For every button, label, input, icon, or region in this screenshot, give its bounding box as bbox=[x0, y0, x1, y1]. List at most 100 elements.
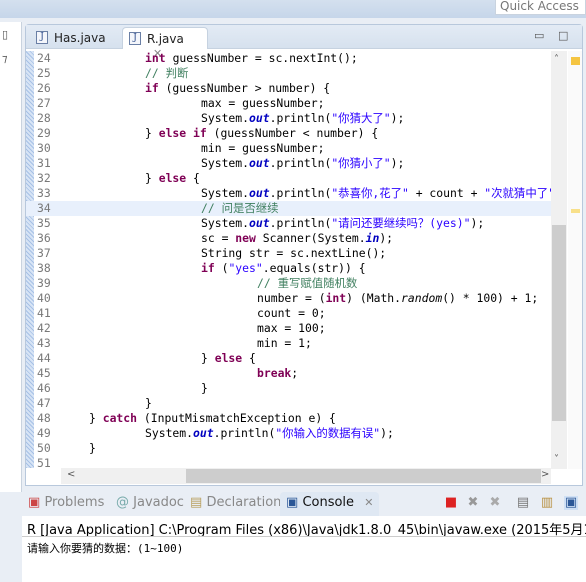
code-line[interactable]: 44} else { bbox=[26, 351, 551, 366]
code-area[interactable]: 24 int guessNumber = sc.nextInt(); 25// 判断 2… bbox=[26, 51, 551, 468]
line-number: 24 bbox=[37, 51, 51, 65]
scroll-lock-icon[interactable]: ▥ bbox=[540, 496, 554, 510]
horizontal-scrollbar[interactable]: < > bbox=[61, 468, 551, 484]
code-text: } bbox=[61, 396, 152, 411]
view-icon[interactable]: ▯ bbox=[2, 28, 8, 41]
remove-all-icon[interactable]: ✖ bbox=[488, 496, 502, 510]
line-number: 38 bbox=[37, 261, 51, 275]
code-line[interactable]: 43 min = 1; bbox=[26, 336, 551, 351]
code-line[interactable]: 42 max = 100; bbox=[26, 321, 551, 336]
code-text: } else { bbox=[61, 351, 256, 366]
code-line[interactable]: 45 break; bbox=[26, 366, 551, 381]
display-console-icon[interactable]: ▣ bbox=[564, 496, 578, 510]
code-line[interactable]: 24 int guessNumber = sc.nextInt(); bbox=[26, 51, 551, 66]
occurrence-marker[interactable] bbox=[571, 209, 580, 213]
code-line[interactable]: 36 sc = new Scanner(System.in); bbox=[26, 231, 551, 246]
code-token: } bbox=[201, 351, 215, 365]
code-line[interactable]: 33 System.out.println("恭喜你,花了" + count + … bbox=[26, 186, 551, 201]
code-line[interactable]: 41 count = 0; bbox=[26, 306, 551, 321]
code-text: max = guessNumber; bbox=[61, 96, 324, 111]
tab-javadoc[interactable]: @ Javadoc bbox=[116, 495, 184, 510]
code-token: number = ( bbox=[257, 291, 326, 305]
code-line[interactable]: 48 } catch (InputMismatchException e) { bbox=[26, 411, 551, 426]
code-line[interactable]: 25 // 判断 bbox=[26, 66, 551, 81]
line-number: 50 bbox=[37, 441, 51, 455]
code-line[interactable]: 38 if ("yes".equals(str)) { bbox=[26, 261, 551, 276]
console-panel: ▣ Problems @ Javadoc ▤ Declaration ▣ Con… bbox=[22, 490, 586, 582]
scroll-thumb[interactable] bbox=[552, 225, 566, 421]
line-number: 43 bbox=[37, 336, 51, 350]
code-token: "请问还要继续吗？(yes)" bbox=[331, 216, 471, 230]
tab-r-java[interactable]: J R.java ✕ bbox=[122, 27, 208, 60]
code-text: } bbox=[61, 441, 96, 456]
code-line[interactable]: 49 System.out.println("你输入的数据有误"); bbox=[26, 426, 551, 441]
tab-declaration[interactable]: ▤ Declaration bbox=[190, 495, 281, 510]
vertical-scrollbar[interactable]: ˄ ˅ bbox=[551, 51, 567, 469]
code-line[interactable]: 46} bbox=[26, 381, 551, 396]
console-output[interactable]: 请输入你要猜的数据：(1~100) bbox=[27, 540, 183, 556]
code-line[interactable]: 27 max = guessNumber; bbox=[26, 96, 551, 111]
line-number: 46 bbox=[37, 381, 51, 395]
minimize-icon[interactable]: ▭ bbox=[534, 29, 544, 42]
code-token: out bbox=[193, 426, 214, 440]
terminate-icon[interactable]: ■ bbox=[444, 496, 458, 510]
java-file-warning-icon: J bbox=[129, 32, 141, 45]
scroll-down-icon[interactable]: ˅ bbox=[554, 454, 559, 465]
code-token: "你猜大了" bbox=[331, 111, 391, 125]
code-line[interactable]: 34 // 问是否继续 bbox=[26, 201, 551, 216]
console-icon: ▣ bbox=[286, 495, 299, 510]
code-line[interactable]: 47} bbox=[26, 396, 551, 411]
code-token: if bbox=[145, 81, 159, 95]
code-line[interactable]: 40 number = (int) (Math.random() * 100) +… bbox=[26, 291, 551, 306]
code-line[interactable]: 26 if (guessNumber > number) { bbox=[26, 81, 551, 96]
code-line[interactable]: 35 System.out.println("请问还要继续吗？(yes)"); bbox=[26, 216, 551, 231]
code-line[interactable]: 39 // 重写赋值随机数 bbox=[26, 276, 551, 291]
code-text: // 重写赋值随机数 bbox=[61, 276, 357, 291]
code-line[interactable]: 30 min = guessNumber; bbox=[26, 141, 551, 156]
code-text: if ("yes".equals(str)) { bbox=[61, 261, 366, 276]
code-text: // 问是否继续 bbox=[61, 201, 279, 216]
line-number: 37 bbox=[37, 246, 51, 260]
code-token: sc = bbox=[201, 231, 236, 245]
code-line[interactable]: 29} else if (guessNumber < number) { bbox=[26, 126, 551, 141]
code-token: } bbox=[89, 441, 96, 455]
code-token: "你输入的数据有误" bbox=[275, 426, 381, 440]
overview-ruler bbox=[568, 51, 582, 469]
view-icon[interactable]: ⁊ bbox=[2, 52, 7, 65]
code-line[interactable]: 51 bbox=[26, 456, 551, 468]
maximize-icon[interactable]: □ bbox=[558, 29, 568, 42]
code-token: min = guessNumber; bbox=[201, 141, 325, 155]
tab-has-java[interactable]: J Has.java bbox=[30, 27, 112, 49]
code-line[interactable]: 50} bbox=[26, 441, 551, 456]
line-number: 48 bbox=[37, 411, 51, 425]
code-token: System. bbox=[201, 156, 250, 170]
code-line[interactable]: 32} else { bbox=[26, 171, 551, 186]
line-number: 40 bbox=[37, 291, 51, 305]
scroll-left-icon[interactable]: < bbox=[67, 469, 75, 480]
tab-problems[interactable]: ▣ Problems bbox=[28, 495, 104, 510]
scroll-thumb[interactable] bbox=[186, 469, 541, 483]
line-number: 27 bbox=[37, 96, 51, 110]
clear-console-icon[interactable]: ▤ bbox=[516, 496, 530, 510]
line-number: 47 bbox=[37, 396, 51, 410]
code-line[interactable]: 31 System.out.println("你猜小了"); bbox=[26, 156, 551, 171]
close-tab-icon[interactable]: ✕ bbox=[364, 496, 373, 509]
warning-marker-icon[interactable] bbox=[571, 57, 580, 65]
code-token: min = 1; bbox=[257, 336, 312, 350]
code-token: "恭喜你,花了" bbox=[331, 186, 409, 200]
remove-launch-icon[interactable]: ✖ bbox=[466, 496, 480, 510]
line-number: 31 bbox=[37, 156, 51, 170]
quick-access-input[interactable]: Quick Access bbox=[495, 0, 586, 15]
code-text: number = (int) (Math.random() * 100) + 1… bbox=[61, 291, 538, 306]
scroll-up-icon[interactable]: ˄ bbox=[554, 54, 559, 65]
tab-console[interactable]: ▣ Console ✕ bbox=[280, 492, 380, 516]
scroll-right-icon[interactable]: > bbox=[541, 469, 549, 480]
divider bbox=[22, 536, 586, 537]
tab-label: Has.java bbox=[54, 31, 106, 45]
code-text: } catch (InputMismatchException e) { bbox=[61, 411, 336, 426]
code-line[interactable]: 37 String str = sc.nextLine(); bbox=[26, 246, 551, 261]
code-text: } else { bbox=[61, 171, 200, 186]
code-line[interactable]: 28 System.out.println("你猜大了"); bbox=[26, 111, 551, 126]
code-token: out bbox=[249, 111, 270, 125]
code-text: System.out.println("你输入的数据有误"); bbox=[61, 426, 394, 441]
